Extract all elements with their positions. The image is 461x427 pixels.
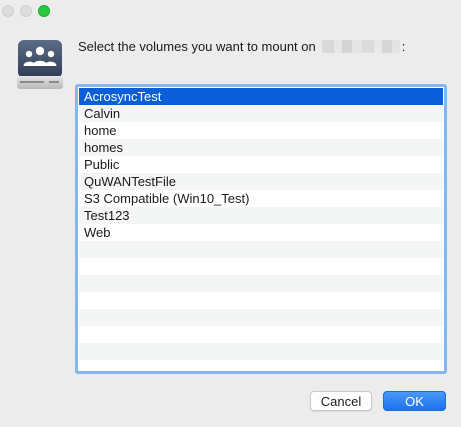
empty-list-row: [79, 258, 443, 275]
volume-list-box[interactable]: AcrosyncTest Calvin home homes Public QuWANTe…: [75, 84, 447, 374]
volume-list-item[interactable]: Calvin: [79, 105, 443, 122]
empty-list-row: [79, 275, 443, 292]
title-bar: [0, 0, 461, 22]
volume-list-item[interactable]: home: [79, 122, 443, 139]
network-drive-users-icon: [16, 38, 64, 94]
volume-list-item[interactable]: Public: [79, 156, 443, 173]
volume-list-item[interactable]: homes: [79, 139, 443, 156]
minimize-window-button[interactable]: [20, 5, 32, 17]
empty-list-row: [79, 309, 443, 326]
empty-list-row: [79, 360, 443, 370]
volume-list-item[interactable]: S3 Compatible (Win10_Test): [79, 190, 443, 207]
volume-list-item[interactable]: AcrosyncTest: [79, 88, 443, 105]
zoom-window-button[interactable]: [38, 5, 50, 17]
volume-list-item[interactable]: QuWANTestFile: [79, 173, 443, 190]
volume-list[interactable]: AcrosyncTest Calvin home homes Public QuWANTe…: [79, 88, 443, 370]
close-window-button[interactable]: [2, 5, 14, 17]
empty-list-row: [79, 343, 443, 360]
prompt-text: Select the volumes you want to mount on: [78, 39, 316, 54]
cancel-button[interactable]: Cancel: [310, 391, 372, 411]
volume-list-item[interactable]: Test123: [79, 207, 443, 224]
empty-list-row: [79, 326, 443, 343]
dialog-prompt: Select the volumes you want to mount on …: [78, 39, 405, 54]
empty-list-row: [79, 241, 443, 258]
empty-list-row: [79, 292, 443, 309]
redacted-server-name: [321, 40, 400, 53]
volume-list-item[interactable]: Web: [79, 224, 443, 241]
ok-button[interactable]: OK: [383, 391, 446, 411]
prompt-suffix: :: [401, 39, 406, 54]
